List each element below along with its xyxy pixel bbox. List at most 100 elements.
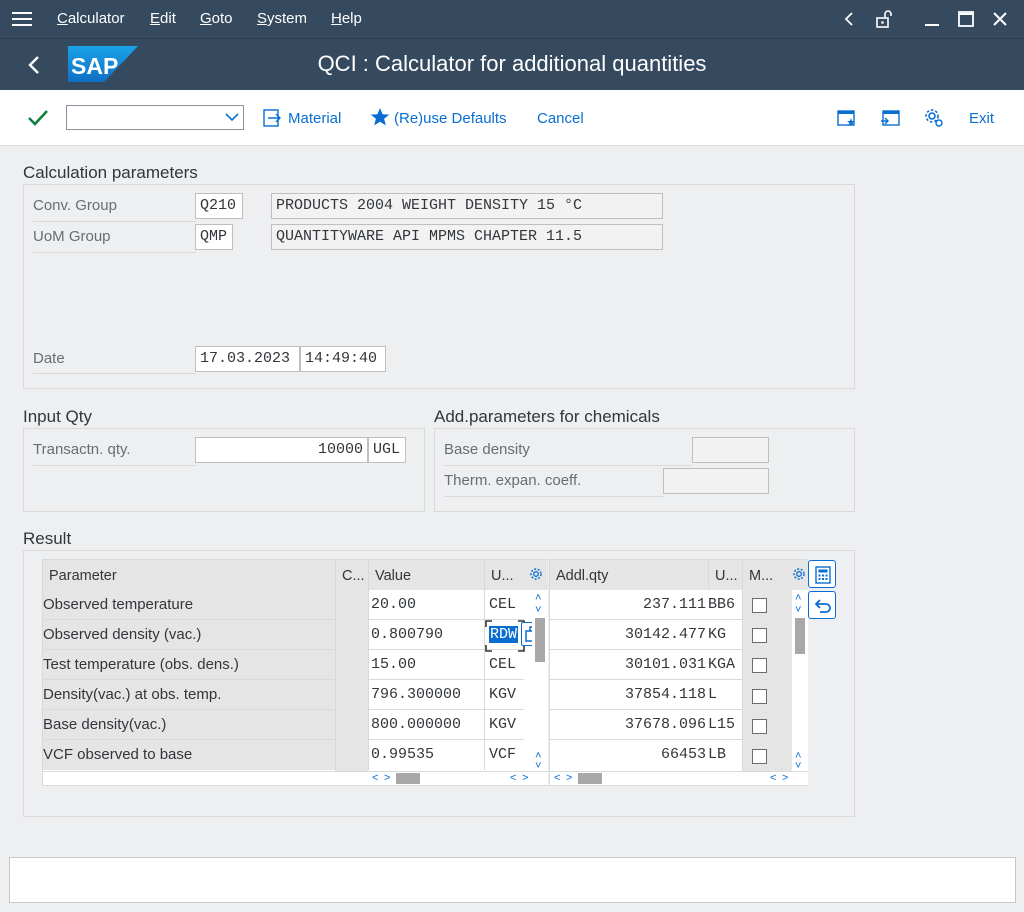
scroll-right-icon[interactable]: > <box>782 772 788 784</box>
menu-calculator[interactable]: Calculator <box>57 10 125 27</box>
date-field[interactable]: 17.03.2023 <box>195 346 300 372</box>
scroll-left-icon[interactable]: < <box>510 772 516 784</box>
qty-cell[interactable]: 66453 <box>550 740 708 770</box>
column-header-value[interactable]: Value <box>368 560 484 590</box>
column-header-c[interactable]: C... <box>335 560 368 590</box>
qty-unit-cell[interactable]: BB6 <box>708 590 742 620</box>
material-button[interactable]: Material <box>288 110 341 127</box>
time-field[interactable]: 14:49:40 <box>300 346 386 372</box>
value-cell[interactable]: 20.00 <box>369 590 484 620</box>
unit-cell[interactable]: VCF <box>485 740 524 770</box>
qty-unit-cell[interactable]: KGA <box>708 650 742 680</box>
column-header-m[interactable]: M... <box>742 560 776 590</box>
reuse-defaults-button[interactable]: (Re)use Defaults <box>394 110 507 127</box>
table-row[interactable]: Test temperature (obs. dens.) <box>43 650 335 680</box>
scroll-right-icon[interactable]: > <box>522 772 528 784</box>
close-icon[interactable] <box>988 6 1012 32</box>
left-horizontal-scrollbar[interactable]: < > < > <box>368 771 548 785</box>
chevron-down-icon[interactable] <box>225 112 239 122</box>
switch-window-icon[interactable] <box>880 109 900 131</box>
scroll-left-icon[interactable]: < <box>554 772 560 784</box>
qty-cell[interactable]: 37678.096 <box>550 710 708 740</box>
conv-group-field[interactable]: Q210 <box>195 193 243 219</box>
value-cell[interactable]: 0.800790 <box>369 620 484 650</box>
column-settings-gear-icon[interactable] <box>529 567 543 581</box>
unlock-icon[interactable] <box>872 6 896 32</box>
row-checkbox[interactable] <box>752 658 767 673</box>
transaction-qty-field[interactable]: 10000 <box>195 437 368 463</box>
menu-goto[interactable]: Goto <box>200 10 233 27</box>
row-checkbox[interactable] <box>752 628 767 643</box>
scrollbar-thumb[interactable] <box>396 773 420 784</box>
row-checkbox[interactable] <box>752 719 767 734</box>
column-header-parameter[interactable]: Parameter <box>43 560 335 590</box>
collapse-chevron-icon[interactable] <box>838 6 860 32</box>
scroll-up-icon[interactable]: ˄ <box>535 592 541 604</box>
scrollbar-thumb[interactable] <box>578 773 602 784</box>
scrollbar-thumb[interactable] <box>795 618 805 654</box>
cancel-button[interactable]: Cancel <box>537 110 584 127</box>
qty-unit-cell[interactable]: LB <box>708 740 742 770</box>
scroll-left-icon[interactable]: < <box>372 772 378 784</box>
column-header-addl-qty[interactable]: Addl.qty <box>550 560 708 590</box>
command-field[interactable] <box>66 105 244 130</box>
table-row[interactable]: Observed density (vac.) <box>43 620 335 650</box>
settings-gear-icon[interactable] <box>924 108 944 132</box>
unit-cell[interactable]: KGV <box>485 710 524 740</box>
value-column: 20.00 0.800790 15.00 796.300000 800.0000… <box>368 590 484 770</box>
star-icon <box>370 107 390 131</box>
qty-cell[interactable]: 237.111 <box>550 590 708 620</box>
scroll-left-icon[interactable]: < <box>770 772 776 784</box>
qty-cell[interactable]: 37854.118 <box>550 680 708 710</box>
qty-unit-cell[interactable]: KG <box>708 620 742 650</box>
right-gutter <box>776 590 792 771</box>
scroll-up-icon[interactable]: ˄ <box>795 592 801 604</box>
conv-group-description: PRODUCTS 2004 WEIGHT DENSITY 15 °C <box>271 193 663 219</box>
maximize-icon[interactable] <box>954 6 978 32</box>
qty-cell[interactable]: 30101.031 <box>550 650 708 680</box>
left-vertical-scrollbar[interactable]: ˄ ˅ ˄ ˅ <box>532 590 548 772</box>
undo-button[interactable] <box>808 591 836 619</box>
menu-edit[interactable]: Edit <box>150 10 176 27</box>
unit-cell[interactable]: CEL <box>485 590 524 620</box>
menu-system[interactable]: System <box>257 10 307 27</box>
calculator-button[interactable] <box>808 560 836 588</box>
unit-cell[interactable]: CEL <box>485 650 524 680</box>
new-window-icon[interactable] <box>837 109 857 131</box>
menu-help[interactable]: Help <box>331 10 362 27</box>
table-row[interactable]: Observed temperature <box>43 590 335 620</box>
menu-bar: Calculator Edit Goto System Help <box>0 0 1024 38</box>
qty-unit-cell[interactable]: L <box>708 680 742 710</box>
table-row[interactable]: Density(vac.) at obs. temp. <box>43 680 335 710</box>
right-horizontal-scrollbar[interactable]: < > < > <box>550 771 808 785</box>
value-cell[interactable]: 15.00 <box>369 650 484 680</box>
table-row[interactable]: Base density(vac.) <box>43 710 335 740</box>
parameter-column: Observed temperature Observed density (v… <box>43 590 335 770</box>
row-checkbox[interactable] <box>752 749 767 764</box>
scrollbar-thumb[interactable] <box>535 618 545 662</box>
scroll-down-icon[interactable]: ˅ <box>795 604 801 616</box>
column-settings-gear-icon[interactable] <box>792 567 806 581</box>
transaction-qty-unit[interactable]: UGL <box>368 437 406 463</box>
exit-button[interactable]: Exit <box>969 110 994 127</box>
row-checkbox[interactable] <box>752 598 767 613</box>
value-cell[interactable]: 796.300000 <box>369 680 484 710</box>
enter-checkmark-icon[interactable] <box>27 108 49 132</box>
unit-cell[interactable]: KGV <box>485 680 524 710</box>
scroll-right-icon[interactable]: > <box>384 772 390 784</box>
table-row[interactable]: VCF observed to base <box>43 740 335 770</box>
row-checkbox[interactable] <box>752 689 767 704</box>
minimize-icon[interactable] <box>920 6 944 32</box>
qty-unit-cell[interactable]: L15 <box>708 710 742 740</box>
uom-group-label: UoM Group <box>33 228 196 253</box>
scroll-down-icon[interactable]: ˅ <box>535 604 541 616</box>
qty-cell[interactable]: 30142.477 <box>550 620 708 650</box>
column-header-unit[interactable]: U... <box>484 560 524 590</box>
hamburger-menu-icon[interactable] <box>12 9 34 29</box>
value-cell[interactable]: 0.99535 <box>369 740 484 770</box>
uom-group-field[interactable]: QMP <box>195 224 233 250</box>
scroll-right-icon[interactable]: > <box>566 772 572 784</box>
value-cell[interactable]: 800.000000 <box>369 710 484 740</box>
column-header-unit-2[interactable]: U... <box>708 560 742 590</box>
right-vertical-scrollbar[interactable]: ˄ ˅ ˄ ˅ <box>792 590 808 772</box>
